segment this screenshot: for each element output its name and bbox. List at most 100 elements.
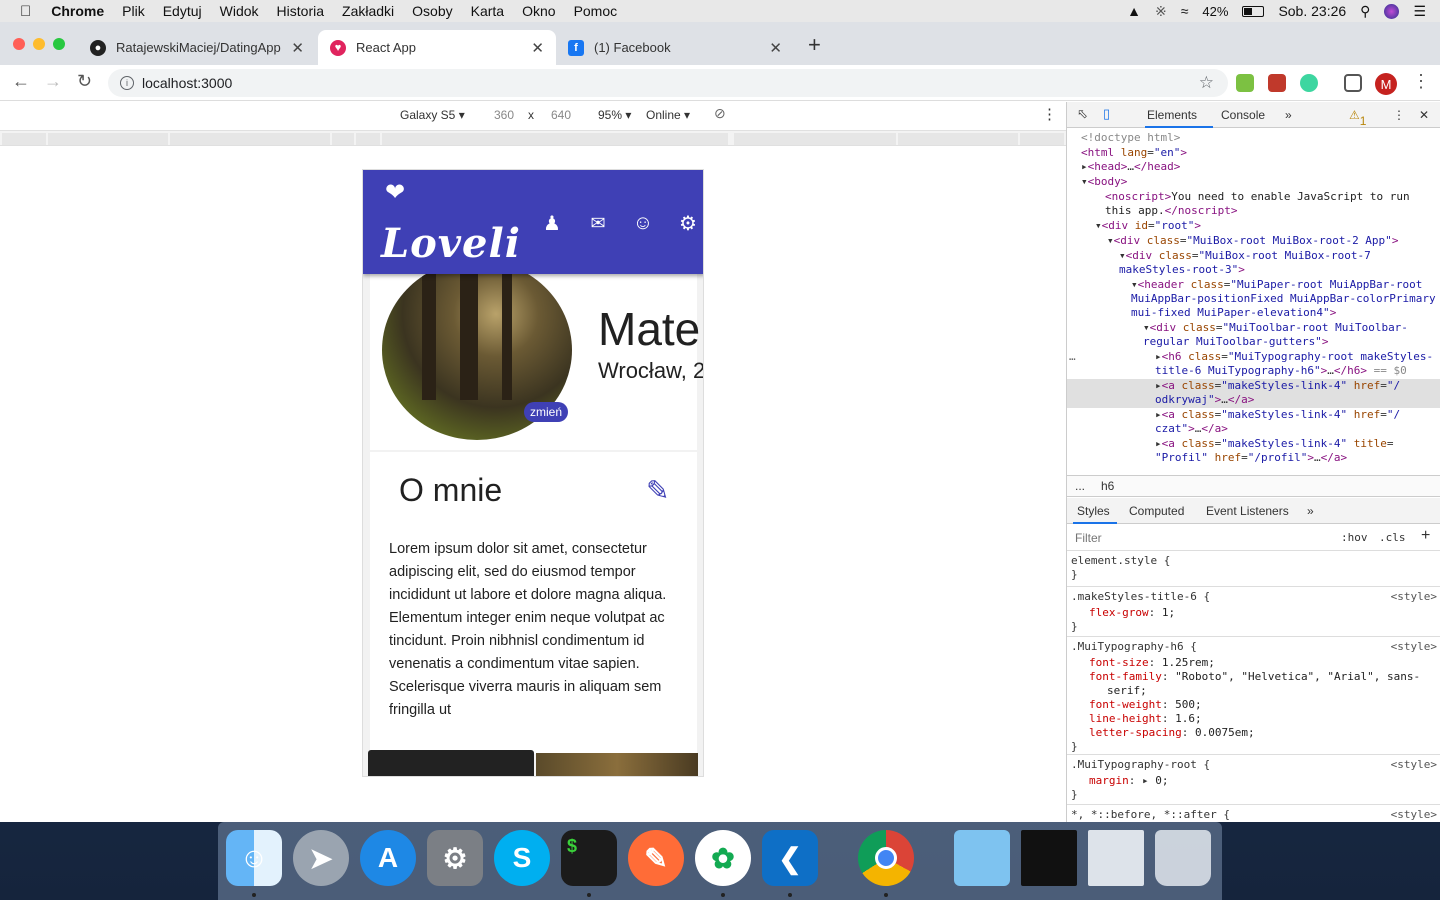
tab-more-styles[interactable]: » xyxy=(1307,504,1314,518)
new-tab-button[interactable]: + xyxy=(808,32,821,58)
battery-icon[interactable] xyxy=(1242,5,1265,17)
notification-center-icon[interactable]: ☰ xyxy=(1413,3,1426,20)
close-tab-icon[interactable]: ✕ xyxy=(291,39,304,57)
screenshot-chrome-thumbnail-icon[interactable] xyxy=(1088,830,1144,886)
cls-toggle[interactable]: .cls xyxy=(1379,531,1406,544)
dom-tree[interactable]: <!doctype html> <html lang="en"> ▸<head>… xyxy=(1067,129,1440,469)
postman-icon[interactable]: ✎ xyxy=(628,830,684,886)
tab-event-listeners[interactable]: Event Listeners xyxy=(1206,504,1289,518)
github-icon: ● xyxy=(90,39,106,56)
launchpad-icon[interactable]: ➤ xyxy=(293,830,349,886)
bluetooth-icon[interactable]: ※ xyxy=(1155,3,1167,20)
clock[interactable]: Sob. 23:26 xyxy=(1278,3,1346,19)
menu-okno[interactable]: Okno xyxy=(522,3,555,19)
vscode-icon[interactable]: ❮ xyxy=(762,830,818,886)
styles-pane[interactable]: element.style { } .makeStyles-title-6 { … xyxy=(1067,552,1440,822)
warning-count[interactable]: ⚠ 1 xyxy=(1349,108,1366,128)
system-preferences-icon[interactable]: ⚙ xyxy=(427,830,483,886)
menu-plik[interactable]: Plik xyxy=(122,3,145,19)
style-source[interactable]: <style> xyxy=(1391,590,1437,604)
menu-osoby[interactable]: Osoby xyxy=(412,3,452,19)
account-icon[interactable]: ☺ xyxy=(630,210,656,236)
people-icon[interactable]: ♟ xyxy=(539,210,565,236)
url-text[interactable]: localhost:3000 xyxy=(142,75,232,91)
media-control-icon[interactable] xyxy=(1344,74,1362,92)
tab-more[interactable]: » xyxy=(1285,108,1292,122)
tab-computed[interactable]: Computed xyxy=(1129,504,1184,518)
media-query-bar[interactable] xyxy=(0,130,1066,146)
devtools-menu-icon[interactable]: ⋮ xyxy=(1393,108,1405,122)
address-bar[interactable]: i localhost:3000 ☆ xyxy=(108,69,1228,97)
inspect-element-icon[interactable]: ⬁ xyxy=(1077,106,1088,122)
device-width[interactable]: 360 xyxy=(494,108,514,122)
wifi-icon[interactable]: ≈ xyxy=(1181,3,1189,19)
close-tab-icon[interactable]: ✕ xyxy=(769,39,782,57)
breadcrumb-ellipsis[interactable]: ... xyxy=(1075,479,1085,493)
extension-red-icon[interactable] xyxy=(1268,74,1286,92)
skype-icon[interactable]: S xyxy=(494,830,550,886)
style-source[interactable]: <style> xyxy=(1391,808,1437,822)
bookmark-star-icon[interactable]: ☆ xyxy=(1199,73,1214,93)
change-photo-button[interactable]: zmień xyxy=(524,402,568,422)
downloads-folder-icon[interactable] xyxy=(954,830,1010,886)
profile-avatar[interactable]: M xyxy=(1375,73,1397,95)
forward-button[interactable]: → xyxy=(44,71,62,92)
close-window-button[interactable] xyxy=(13,38,25,50)
styles-filter-input[interactable] xyxy=(1071,528,1331,548)
menu-pomoc[interactable]: Pomoc xyxy=(574,3,618,19)
tab-styles[interactable]: Styles xyxy=(1077,504,1110,518)
gallery-thumbnail[interactable] xyxy=(536,753,698,776)
back-button[interactable]: ← xyxy=(12,71,30,92)
gallery-thumbnail[interactable] xyxy=(368,750,534,776)
hearts-logo-icon[interactable]: ❤ xyxy=(385,178,405,207)
apple-icon[interactable]:  xyxy=(20,3,31,20)
edit-pencil-icon[interactable]: ✎ xyxy=(646,474,676,506)
mongodb-compass-icon[interactable]: ✿ xyxy=(695,830,751,886)
terminal-icon[interactable]: $ xyxy=(561,830,617,886)
siri-icon[interactable] xyxy=(1384,3,1400,19)
device-more-icon[interactable]: ⋮ xyxy=(1042,105,1057,123)
trash-icon[interactable] xyxy=(1155,830,1211,886)
app-store-icon[interactable]: A xyxy=(360,830,416,886)
style-source[interactable]: <style> xyxy=(1391,640,1437,654)
minimize-window-button[interactable] xyxy=(33,38,45,50)
menu-zakladki[interactable]: Zakładki xyxy=(342,3,394,19)
chrome-menu-icon[interactable]: ⋮ xyxy=(1412,71,1430,92)
tab-facebook[interactable]: f (1) Facebook ✕ xyxy=(556,30,794,65)
tab-elements[interactable]: Elements xyxy=(1147,108,1197,122)
screenshot-thumbnail-icon[interactable] xyxy=(1021,830,1077,886)
breadcrumb-h6[interactable]: h6 xyxy=(1101,479,1114,493)
chrome-icon[interactable] xyxy=(858,830,914,886)
tab-github[interactable]: ● RatajewskiMaciej/DatingApp ✕ xyxy=(78,30,316,65)
style-source[interactable]: <style> xyxy=(1391,758,1437,772)
settings-gear-icon[interactable]: ⚙ xyxy=(675,210,701,236)
device-height[interactable]: 640 xyxy=(551,108,571,122)
finder-icon[interactable]: ☺ xyxy=(226,830,282,886)
warning-count-value: 1 xyxy=(1359,114,1367,128)
menu-widok[interactable]: Widok xyxy=(220,3,259,19)
close-tab-icon[interactable]: ✕ xyxy=(531,39,544,57)
drive-icon[interactable]: ▲ xyxy=(1127,3,1141,19)
site-info-icon[interactable]: i xyxy=(120,76,134,90)
zoom-window-button[interactable] xyxy=(53,38,65,50)
app-logo[interactable]: Loveli xyxy=(381,220,521,267)
menu-app-name[interactable]: Chrome xyxy=(51,3,104,19)
zoom-select[interactable]: 95% ▾ xyxy=(598,108,631,122)
device-toggle-icon[interactable]: ▯ xyxy=(1103,106,1110,122)
hov-toggle[interactable]: :hov xyxy=(1341,531,1368,544)
network-select[interactable]: Online ▾ xyxy=(646,108,690,122)
menu-edytuj[interactable]: Edytuj xyxy=(163,3,202,19)
device-select[interactable]: Galaxy S5 ▾ xyxy=(400,108,465,122)
rotate-icon[interactable]: ⊘ xyxy=(714,105,726,122)
reload-button[interactable]: ↻ xyxy=(77,71,92,92)
tab-console[interactable]: Console xyxy=(1221,108,1265,122)
devtools-close-icon[interactable]: ✕ xyxy=(1419,108,1429,122)
spotlight-icon[interactable]: ⚲ xyxy=(1360,3,1370,20)
add-rule-icon[interactable]: + xyxy=(1421,527,1430,545)
tab-react-app[interactable]: ♥ React App ✕ xyxy=(318,30,556,65)
extension-green-circle-icon[interactable] xyxy=(1300,74,1318,92)
chat-icon[interactable]: ✉ xyxy=(585,210,611,236)
extension-nodejs-icon[interactable] xyxy=(1236,74,1254,92)
menu-historia[interactable]: Historia xyxy=(277,3,324,19)
menu-karta[interactable]: Karta xyxy=(471,3,504,19)
